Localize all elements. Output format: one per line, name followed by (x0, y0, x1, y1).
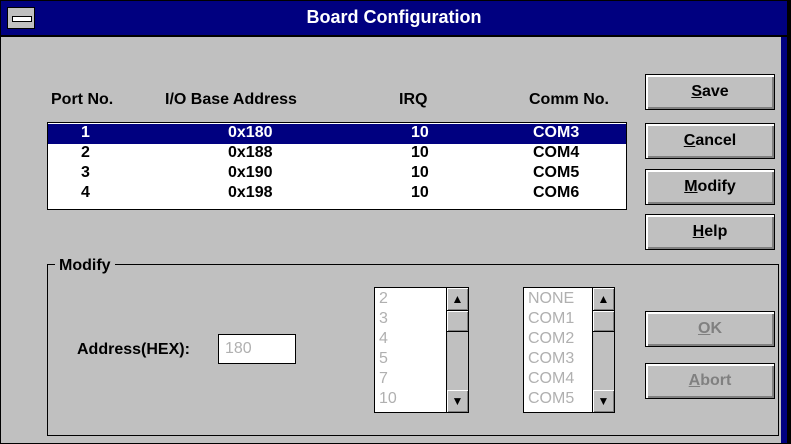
save-button[interactable]: Save (645, 74, 775, 110)
irq-option[interactable]: 7 (379, 370, 388, 388)
scroll-thumb[interactable] (593, 310, 614, 332)
io-base-address-header: I/O Base Address (165, 91, 297, 108)
port-list[interactable]: 1 0x180 10 COM3 2 0x188 10 COM4 3 0x190 … (47, 122, 627, 210)
comm-cell: COM5 (533, 164, 580, 181)
com-option[interactable]: COM1 (528, 310, 574, 328)
com-option[interactable]: COM3 (528, 350, 574, 368)
cancel-button[interactable]: Cancel (645, 123, 775, 159)
comm-cell: COM6 (533, 184, 580, 201)
help-button[interactable]: Help (645, 214, 775, 250)
irq-cell: 10 (411, 124, 429, 141)
address-hex-label: Address(HEX): (77, 341, 190, 358)
address-cell: 0x188 (228, 144, 273, 161)
comm-cell: COM4 (533, 144, 580, 161)
board-configuration-window: Board Configuration Port No. I/O Base Ad… (0, 0, 788, 444)
address-cell: 0x180 (228, 124, 273, 141)
scroll-up-arrow-icon[interactable]: ▲ (447, 288, 468, 310)
address-cell: 0x190 (228, 164, 273, 181)
port-cell: 3 (81, 164, 90, 181)
com-option[interactable]: COM4 (528, 370, 574, 388)
port-cell: 4 (81, 184, 90, 201)
port-row[interactable]: 3 0x190 10 COM5 (48, 164, 626, 184)
irq-scrollbar[interactable]: ▲ ▼ (446, 288, 468, 412)
scroll-thumb[interactable] (447, 310, 468, 332)
window-title: Board Configuration (306, 7, 482, 27)
port-row[interactable]: 1 0x180 10 COM3 (48, 124, 626, 144)
irq-cell: 10 (411, 164, 429, 181)
com-option[interactable]: COM5 (528, 390, 574, 408)
irq-header: IRQ (399, 91, 428, 108)
irq-option[interactable]: 3 (379, 310, 388, 328)
port-cell: 1 (81, 124, 90, 141)
irq-option[interactable]: 5 (379, 350, 388, 368)
com-select-list[interactable]: NONE COM1 COM2 COM3 COM4 COM5 ▲ ▼ (523, 287, 615, 413)
modify-button[interactable]: Modify (645, 169, 775, 205)
comm-no-header: Comm No. (529, 91, 609, 108)
scroll-down-arrow-icon[interactable]: ▼ (447, 390, 468, 412)
irq-cell: 10 (411, 184, 429, 201)
scroll-down-arrow-icon[interactable]: ▼ (593, 390, 614, 412)
port-cell: 2 (81, 144, 90, 161)
com-scrollbar[interactable]: ▲ ▼ (592, 288, 614, 412)
address-hex-input[interactable]: 180 (218, 334, 296, 364)
port-row[interactable]: 2 0x188 10 COM4 (48, 144, 626, 164)
comm-cell: COM3 (533, 124, 580, 141)
abort-button[interactable]: Abort (645, 363, 775, 399)
scroll-up-arrow-icon[interactable]: ▲ (593, 288, 614, 310)
irq-select-list[interactable]: 2 3 4 5 7 10 ▲ ▼ (374, 287, 469, 413)
irq-option[interactable]: 10 (379, 390, 397, 408)
irq-option[interactable]: 2 (379, 290, 388, 308)
port-no-header: Port No. (51, 91, 114, 108)
irq-cell: 10 (411, 144, 429, 161)
irq-option[interactable]: 4 (379, 330, 388, 348)
title-bar[interactable]: Board Configuration (1, 1, 787, 37)
window-border (781, 37, 787, 443)
modify-group-label: Modify (55, 257, 115, 275)
port-row[interactable]: 4 0x198 10 COM6 (48, 184, 626, 204)
com-option[interactable]: COM2 (528, 330, 574, 348)
com-option[interactable]: NONE (528, 290, 574, 308)
address-cell: 0x198 (228, 184, 273, 201)
ok-button[interactable]: OK (645, 311, 775, 347)
